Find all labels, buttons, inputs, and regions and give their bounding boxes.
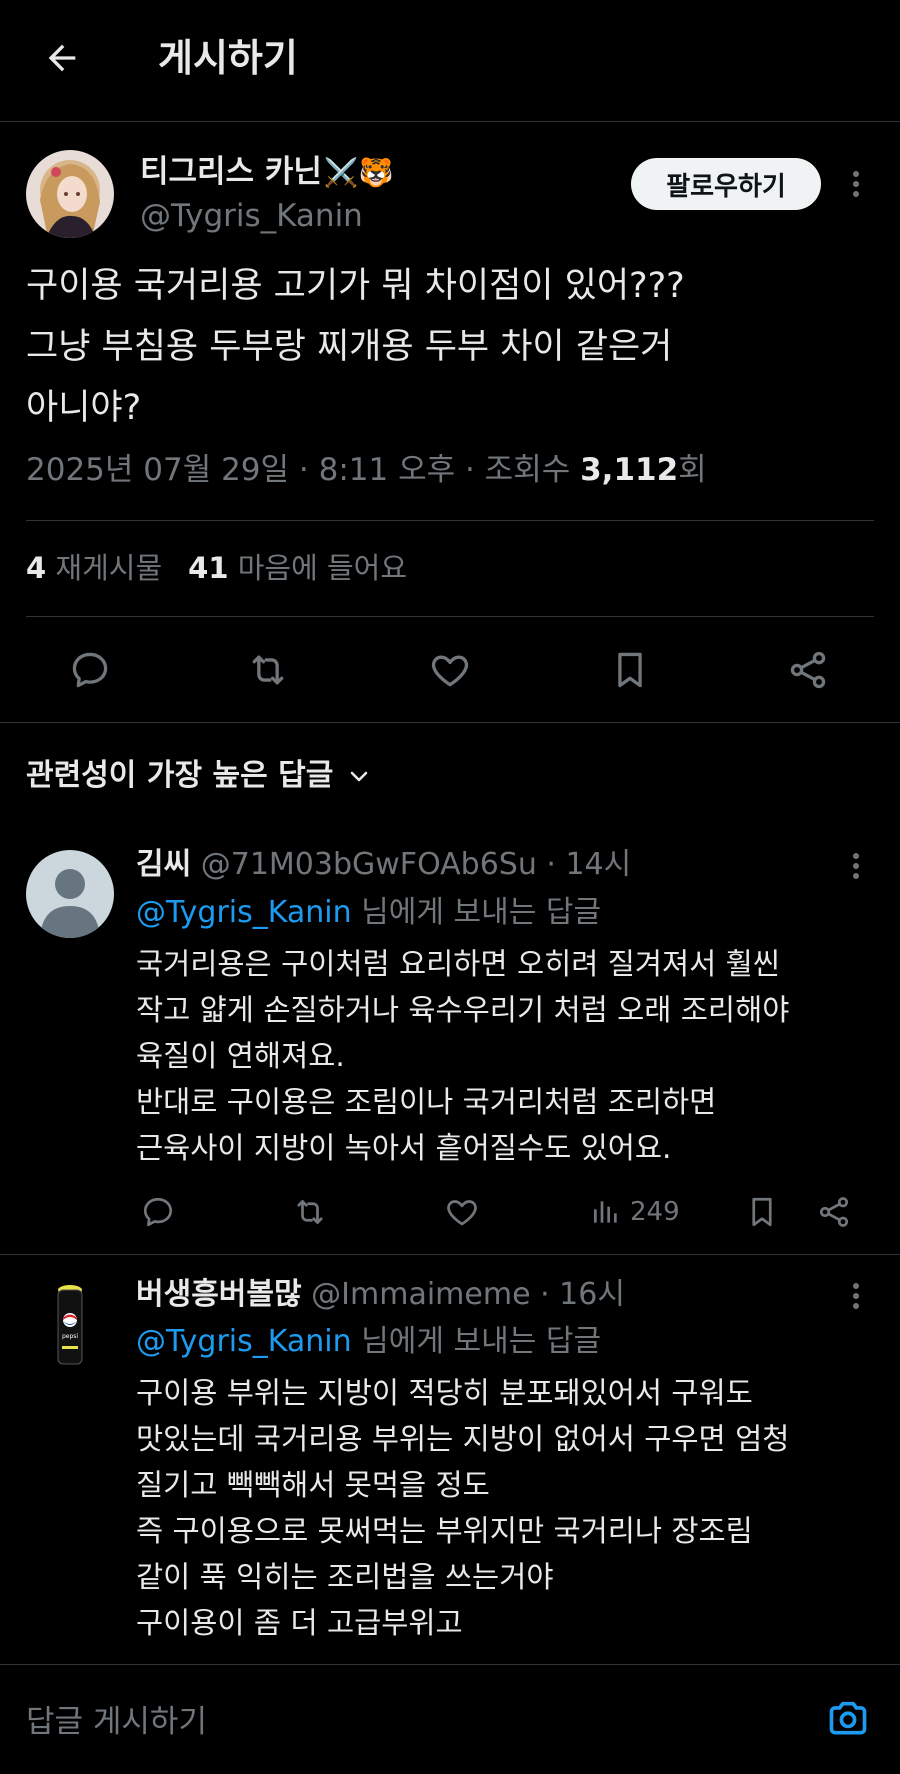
reply-more-icon[interactable]	[842, 1276, 870, 1316]
bookmark-icon[interactable]	[608, 648, 652, 692]
reply-mention-link[interactable]: @Tygris_Kanin	[136, 895, 352, 930]
post-text: 구이용 국거리용 고기가 뭐 차이점이 있어??? 그냥 부침용 두부랑 찌개용…	[26, 266, 685, 428]
reply-author-name[interactable]: 김씨	[136, 847, 191, 882]
view-count-suffix: 회	[678, 452, 707, 488]
section-divider	[0, 722, 900, 723]
engagement-stats: 4 재게시물 41 마음에 들어요	[26, 546, 407, 590]
repost-label: 재게시물	[55, 551, 163, 585]
reply-to-suffix: 님에게 보내는 답글	[351, 895, 602, 930]
repost-icon[interactable]	[246, 648, 290, 692]
reply-text: 국거리용은 구이처럼 요리하면 오히려 질겨져서 훨씬 작고 얇게 손질하거나 …	[136, 947, 790, 1165]
reply-more-icon[interactable]	[842, 846, 870, 886]
reply-avatar[interactable]: pepsi	[26, 1280, 114, 1368]
view-count: 3,112	[580, 452, 679, 488]
repost-count-link[interactable]: 4 재게시물	[26, 551, 162, 585]
reply-sort-label: 관련성이 가장 높은 답글	[26, 758, 334, 793]
reply-avatar[interactable]	[26, 850, 114, 938]
reply-to-line: @Tygris_Kanin 님에게 보내는 답글	[136, 892, 601, 934]
bookmark-icon[interactable]	[744, 1194, 780, 1230]
repost-count: 4	[26, 551, 47, 585]
page-title: 게시하기	[158, 36, 298, 80]
author-emoji: ⚔️🐯	[323, 156, 394, 189]
back-arrow-icon[interactable]	[34, 30, 90, 86]
like-count-link[interactable]: 41 마음에 들어요	[188, 551, 407, 585]
share-icon[interactable]	[816, 1194, 852, 1230]
like-heart-icon[interactable]	[444, 1194, 480, 1230]
like-heart-icon[interactable]	[428, 648, 472, 692]
camera-icon[interactable]	[826, 1696, 870, 1740]
reply-to-line: @Tygris_Kanin 님에게 보내는 답글	[136, 1321, 601, 1363]
reply-text: 구이용 부위는 지방이 적당히 분포돼있어서 구워도 맛있는데 국거리용 부위는…	[136, 1376, 790, 1640]
reply-icon[interactable]	[68, 648, 112, 692]
analytics-bar-icon	[590, 1196, 622, 1228]
author-avatar[interactable]	[26, 150, 114, 238]
like-label: 마음에 들어요	[237, 551, 408, 585]
reply-mention-link[interactable]: @Tygris_Kanin	[136, 1324, 352, 1359]
author-handle[interactable]: @Tygris_Kanin	[140, 196, 363, 236]
post-timestamp: 2025년 07월 29일 · 8:11 오후 · 조회수	[26, 452, 581, 488]
reply-header: 버생흥버볼많 @Immaimeme · 16시	[136, 1274, 625, 1316]
follow-button[interactable]: 팔로우하기	[631, 158, 821, 210]
post-meta: 2025년 07월 29일 · 8:11 오후 · 조회수 3,112회	[26, 448, 707, 492]
like-count: 41	[188, 551, 229, 585]
composer-divider	[0, 1664, 900, 1665]
divider	[26, 520, 874, 521]
avatar-logo-text: pepsi	[62, 1333, 78, 1340]
divider	[26, 616, 874, 617]
repost-icon[interactable]	[292, 1194, 328, 1230]
reply-divider	[0, 1254, 900, 1255]
chevron-down-icon	[347, 764, 371, 788]
share-icon[interactable]	[786, 648, 830, 692]
author-name-text: 티그리스 카닌	[140, 154, 322, 190]
reply-composer-input[interactable]: 답글 게시하기	[26, 1700, 207, 1744]
reply-author-name[interactable]: 버생흥버볼많	[136, 1277, 302, 1312]
author-name[interactable]: 티그리스 카닌⚔️🐯	[140, 152, 394, 193]
reply-icon[interactable]	[140, 1194, 176, 1230]
reply-view-count: 249	[630, 1197, 680, 1227]
reply-to-suffix: 님에게 보내는 답글	[351, 1324, 602, 1359]
top-bar: 게시하기	[0, 0, 900, 122]
reply-header: 김씨 @71M03bGwFOAb6Su · 14시	[136, 844, 631, 886]
reply-handle-time[interactable]: @71M03bGwFOAb6Su · 14시	[201, 847, 632, 882]
reply-views[interactable]: 249	[590, 1194, 680, 1230]
reply-sort-dropdown[interactable]: 관련성이 가장 높은 답글	[26, 754, 371, 798]
reply-handle-time[interactable]: @Immaimeme · 16시	[311, 1277, 625, 1312]
more-options-icon[interactable]	[842, 164, 870, 204]
